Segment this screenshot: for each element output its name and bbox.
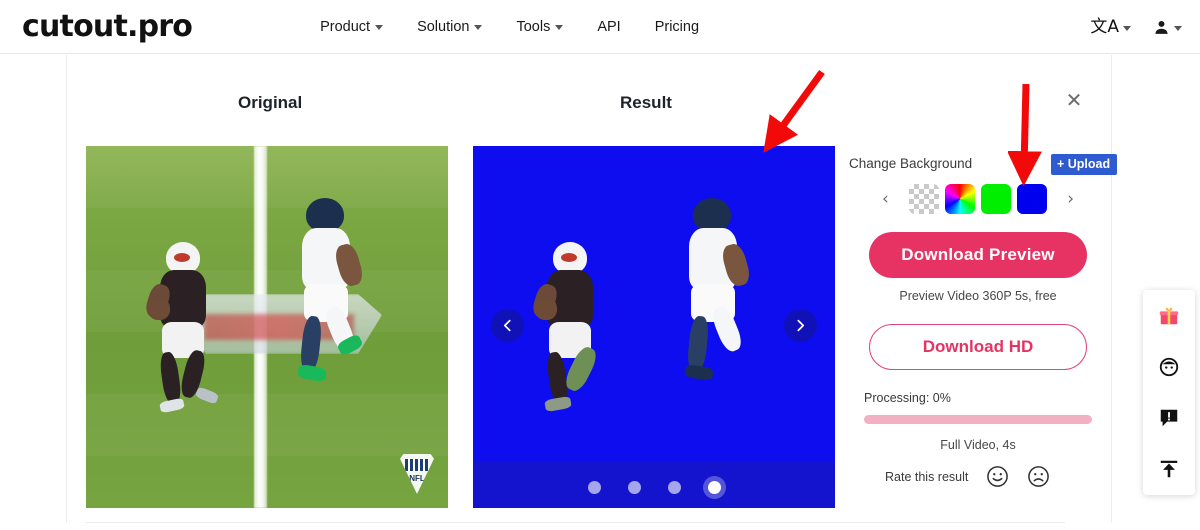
chevron-left-icon <box>503 319 511 332</box>
rate-result-row: Rate this result <box>885 465 1085 488</box>
carousel-dot-1[interactable] <box>587 481 601 494</box>
download-hd-button[interactable]: Download HD <box>869 324 1087 370</box>
result-next-button[interactable] <box>784 309 817 342</box>
preview-caption: Preview Video 360P 5s, free <box>899 289 1057 303</box>
chevron-down-icon <box>1174 25 1182 31</box>
nfl-watermark-label: NFL <box>409 474 425 483</box>
original-image[interactable]: NFL <box>86 146 448 508</box>
original-title: Original <box>238 93 303 112</box>
account-menu[interactable] <box>1153 19 1182 36</box>
swatch-next-button[interactable]: › <box>1065 190 1076 208</box>
field-stripe <box>86 394 448 456</box>
language-selector[interactable]: 文A <box>1090 16 1131 37</box>
swatch-rainbow[interactable] <box>945 184 975 214</box>
swatch-transparent[interactable] <box>909 184 939 214</box>
background-swatches <box>909 184 1047 214</box>
app-page: cutout.pro Product Solution Tools API Pr… <box>0 0 1200 530</box>
site-logo[interactable]: cutout.pro <box>22 9 193 44</box>
gift-icon-glyph <box>1159 307 1179 325</box>
site-header: cutout.pro Product Solution Tools API Pr… <box>0 0 1200 54</box>
player-left-cutout <box>530 242 615 422</box>
chevron-right-icon <box>797 319 805 332</box>
carousel-dot-3[interactable] <box>667 481 681 494</box>
carousel-dots <box>473 481 835 494</box>
support-face-icon-glyph <box>1159 357 1179 377</box>
frowning-face-icon[interactable] <box>1027 465 1050 488</box>
swatch-blue[interactable] <box>1017 184 1047 214</box>
feedback-icon[interactable] <box>1157 406 1181 430</box>
download-preview-button[interactable]: Download Preview <box>869 232 1087 278</box>
carousel-dot-2[interactable] <box>627 481 641 494</box>
chevron-down-icon <box>1123 25 1131 31</box>
nav-label: API <box>597 18 621 35</box>
nav-label: Solution <box>417 18 470 35</box>
swatch-green[interactable] <box>981 184 1011 214</box>
player-left <box>143 242 228 422</box>
nav-item-pricing[interactable]: Pricing <box>655 19 699 35</box>
translate-icon: 文A <box>1090 16 1119 37</box>
smiley-face-icon[interactable] <box>986 465 1009 488</box>
result-prev-button[interactable] <box>491 309 524 342</box>
player-right-cutout <box>673 198 763 418</box>
rate-label: Rate this result <box>885 469 969 484</box>
result-title: Result <box>620 93 672 112</box>
nav-item-tools[interactable]: Tools <box>516 18 564 35</box>
header-actions: 文A <box>1090 0 1182 54</box>
full-video-caption: Full Video, 4s <box>940 438 1016 452</box>
progress-bar <box>864 415 1092 424</box>
card-divider <box>85 522 1065 523</box>
support-face-icon[interactable] <box>1157 355 1181 379</box>
field-stripe <box>86 146 448 208</box>
result-background <box>473 146 835 508</box>
scroll-to-top-icon[interactable] <box>1157 457 1181 481</box>
swatch-prev-button[interactable]: ‹ <box>880 190 891 208</box>
upload-button[interactable]: + Upload <box>1051 154 1118 175</box>
nav-item-solution[interactable]: Solution <box>417 18 483 35</box>
chevron-down-icon <box>375 25 384 30</box>
chevron-down-icon <box>474 25 483 30</box>
main-navigation: Product Solution Tools API Pricing <box>320 19 699 35</box>
close-icon[interactable]: ✕ <box>1063 90 1085 112</box>
person-icon <box>1155 20 1168 34</box>
nav-item-api[interactable]: API <box>597 19 620 35</box>
nav-label: Tools <box>516 18 551 35</box>
floating-toolbar <box>1143 290 1195 495</box>
background-swatch-row: ‹ › <box>880 182 1076 216</box>
scroll-to-top-icon-glyph <box>1160 460 1178 478</box>
change-background-label: Change Background <box>849 156 973 171</box>
nav-label: Pricing <box>654 18 700 35</box>
chevron-down-icon <box>555 25 564 30</box>
result-image[interactable] <box>473 146 835 508</box>
feedback-icon-glyph <box>1160 409 1178 427</box>
nav-item-product[interactable]: Product <box>320 18 384 35</box>
carousel-dot-4[interactable] <box>707 481 721 494</box>
player-right <box>286 198 376 418</box>
gift-icon[interactable] <box>1157 304 1181 328</box>
processing-status: Processing: 0% <box>864 391 951 405</box>
nav-label: Product <box>320 18 371 35</box>
